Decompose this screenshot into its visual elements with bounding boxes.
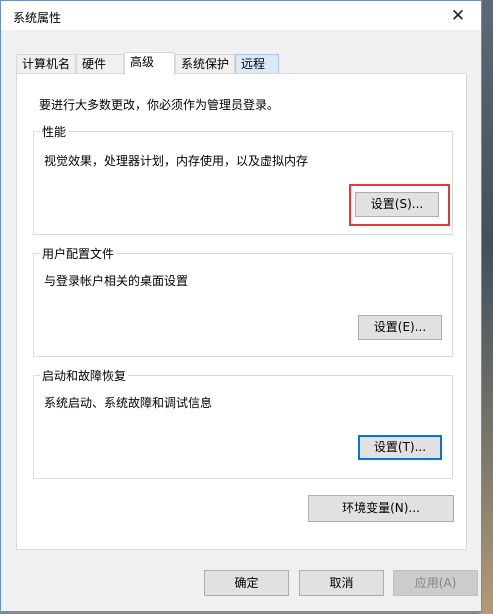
user-profiles-description: 与登录帐户相关的桌面设置 <box>44 274 189 288</box>
performance-description: 视觉效果，处理器计划，内存使用，以及虚拟内存 <box>44 154 309 168</box>
environment-variables-button[interactable]: 环境变量(N)... <box>308 495 454 522</box>
ok-button[interactable]: 确定 <box>204 570 289 596</box>
tab-advanced[interactable]: 高级 <box>124 52 175 75</box>
system-properties-dialog: 系统属性 ✕ 计算机名 硬件 高级 系统保护 远程 要进行大多数更改，你必须作为… <box>0 0 482 612</box>
apply-button[interactable]: 应用(A) <box>393 570 478 596</box>
user-profiles-settings-button[interactable]: 设置(E)... <box>358 315 442 340</box>
performance-group-title: 性能 <box>40 123 69 140</box>
tab-remote[interactable]: 远程 <box>235 54 279 74</box>
startup-recovery-settings-button[interactable]: 设置(T)... <box>358 435 442 460</box>
startup-recovery-group: 启动和故障恢复 系统启动、系统故障和调试信息 设置(T)... <box>33 367 453 479</box>
title-bar: 系统属性 ✕ <box>1 1 481 30</box>
highlight-box <box>349 184 450 226</box>
tab-computer-name[interactable]: 计算机名 <box>16 54 76 74</box>
window-title: 系统属性 <box>13 11 62 25</box>
close-button[interactable]: ✕ <box>435 1 481 30</box>
advanced-tab-panel: 要进行大多数更改，你必须作为管理员登录。 性能 视觉效果，处理器计划，内存使用，… <box>16 73 467 550</box>
startup-recovery-description: 系统启动、系统故障和调试信息 <box>44 396 213 410</box>
admin-note: 要进行大多数更改，你必须作为管理员登录。 <box>39 98 280 112</box>
cancel-button[interactable]: 取消 <box>299 570 384 596</box>
user-profiles-group-title: 用户配置文件 <box>40 245 117 262</box>
user-profiles-group: 用户配置文件 与登录帐户相关的桌面设置 设置(E)... <box>33 245 453 357</box>
close-icon: ✕ <box>450 5 466 26</box>
tab-hardware[interactable]: 硬件 <box>76 54 124 74</box>
tab-system-protection[interactable]: 系统保护 <box>175 54 235 74</box>
startup-recovery-group-title: 启动和故障恢复 <box>40 367 129 384</box>
